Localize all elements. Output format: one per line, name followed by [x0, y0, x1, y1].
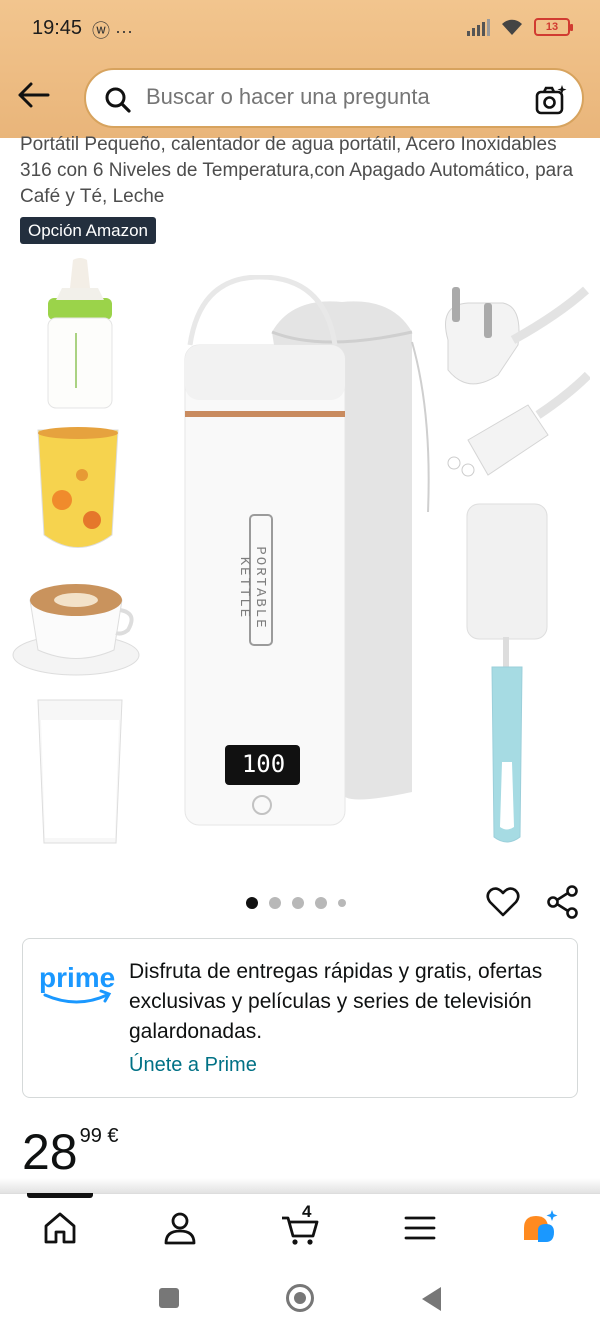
system-home-icon[interactable] [286, 1284, 314, 1312]
cart-icon [282, 1216, 319, 1245]
tea-glass-image [37, 427, 119, 548]
active-tab-indicator [27, 1193, 93, 1198]
app-header: 19:45 ⓦ ··· 13 [0, 0, 600, 138]
gallery-dot-3[interactable] [292, 897, 304, 909]
status-time: 19:45 [32, 17, 83, 39]
battery-level: 13 [545, 21, 559, 33]
menu-icon[interactable] [400, 1208, 440, 1248]
join-prime-link[interactable]: Únete a Prime [129, 1054, 257, 1077]
gallery-pagination[interactable] [246, 897, 346, 909]
search-box[interactable] [84, 68, 584, 128]
price-whole: 28 [22, 1124, 78, 1180]
amazon-choice-badge: Opción Amazon [20, 217, 157, 244]
coffee-cup-image [12, 584, 140, 676]
heart-icon[interactable] [486, 885, 520, 919]
account-icon[interactable] [160, 1208, 200, 1248]
gallery-dot-5[interactable] [338, 899, 346, 907]
cart-count: 4 [302, 1202, 312, 1221]
status-right-icons: 13 [467, 18, 573, 36]
share-icon[interactable] [546, 885, 580, 919]
kettle-display: 100 [241, 750, 286, 778]
system-back-icon[interactable] [422, 1287, 441, 1311]
product-image-gallery[interactable]: PORTABLE KETTLE 100 [0, 250, 600, 860]
power-cable-image [445, 286, 590, 477]
search-icon [105, 87, 131, 113]
bottom-nav: 4 [0, 1193, 600, 1263]
signal-icon [467, 18, 490, 36]
gallery-dot-1[interactable] [246, 897, 258, 909]
price-fraction: 99 € [79, 1125, 119, 1147]
cleaning-brush-image [466, 503, 548, 843]
wifi-icon [502, 19, 522, 35]
recent-apps-icon[interactable] [159, 1288, 179, 1308]
prime-logo-text: prime [39, 962, 115, 993]
kettle-label: PORTABLE KETTLE [236, 546, 268, 630]
battery-icon: 13 [534, 18, 573, 36]
baby-bottle-image [47, 258, 113, 409]
bottom-shadow [0, 1178, 600, 1194]
search-input[interactable] [146, 84, 516, 110]
gallery-dot-4[interactable] [315, 897, 327, 909]
prime-logo-icon: prime [39, 962, 115, 1004]
home-icon[interactable] [40, 1208, 80, 1248]
product-title: Portátil Pequeño, calentador de agua por… [20, 134, 574, 207]
prime-promo-card[interactable]: prime Disfruta de entregas rápidas y gra… [22, 938, 578, 1098]
system-navigation-bar [0, 1265, 600, 1333]
rufus-icon[interactable] [520, 1208, 560, 1248]
notification-icons: ⓦ ··· [92, 21, 133, 41]
back-arrow-icon[interactable] [16, 80, 50, 110]
product-price: 28 99 € [22, 1122, 119, 1182]
cart-button[interactable]: 4 [280, 1202, 320, 1248]
camera-search-icon[interactable] [534, 83, 568, 117]
milk-glass-image [37, 699, 123, 844]
gallery-dot-2[interactable] [269, 897, 281, 909]
prime-message: Disfruta de entregas rápidas y gratis, o… [129, 960, 543, 1043]
status-bar: 19:45 ⓦ ··· 13 [0, 0, 600, 60]
